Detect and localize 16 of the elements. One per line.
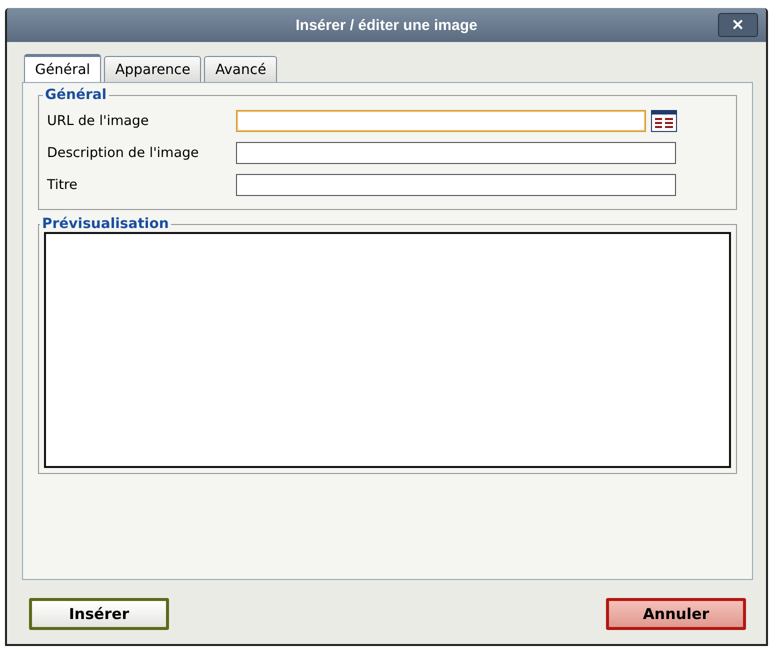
input-field[interactable] [236,174,676,196]
field-label: Titre [47,177,78,193]
browse-icon[interactable] [651,110,677,132]
field-label: URL de l'image [47,113,150,129]
insert-button[interactable]: Insérer [29,598,169,630]
tab[interactable]: Apparence [104,56,202,82]
input-field[interactable] [236,110,646,132]
group-legend: Général [43,87,109,103]
input-field[interactable] [236,142,676,164]
field-label: Description de l'image [47,145,200,161]
group-legend: Prévisualisation [40,216,171,232]
tab[interactable]: Avancé [204,56,278,82]
close-button[interactable]: ✕ [718,13,758,37]
tab[interactable]: Général [24,54,102,82]
window-title: Insérer / éditer une image [296,16,478,34]
cancel-button[interactable]: Annuler [606,598,746,630]
